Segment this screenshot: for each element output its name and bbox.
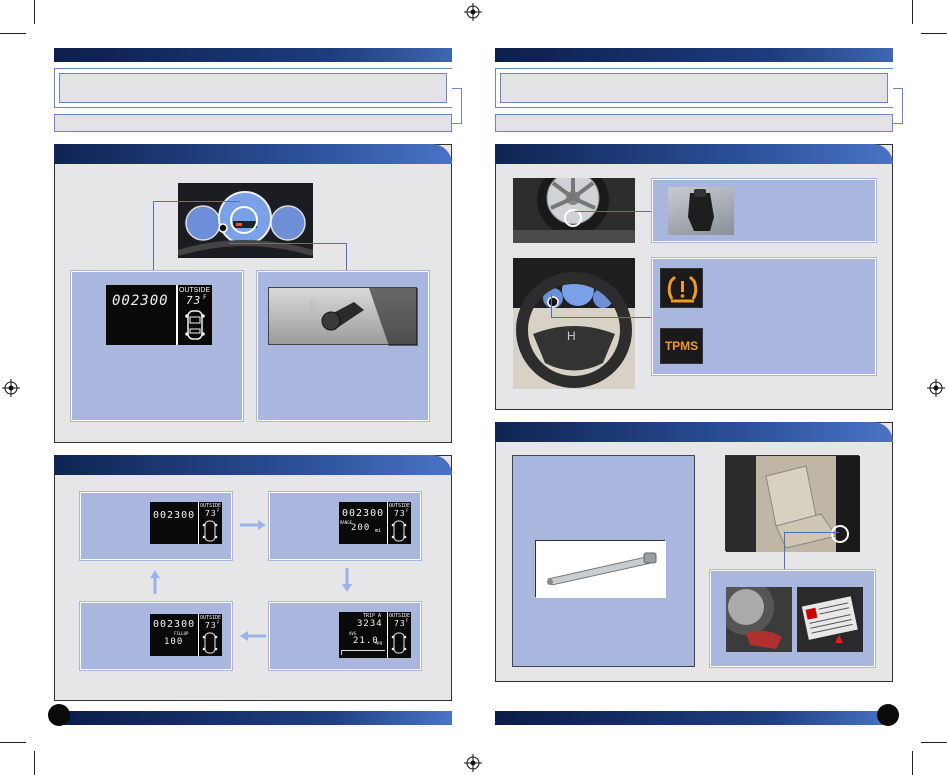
svg-text:8: 8 bbox=[309, 297, 317, 313]
fillup-value: 100 bbox=[164, 637, 184, 647]
outside-temp: 73 bbox=[186, 294, 202, 307]
car-top-view-icon bbox=[202, 520, 218, 542]
mpg-unit: mpg bbox=[375, 640, 383, 645]
left-section-tab-2 bbox=[54, 455, 452, 475]
right-title-bracket bbox=[495, 68, 893, 108]
multi-display-screen: 002300 OUTSIDE 73 F bbox=[106, 285, 212, 345]
mpg-bar-graph bbox=[341, 650, 385, 655]
arrow-up-icon bbox=[150, 570, 160, 594]
left-header-bar bbox=[54, 48, 452, 62]
mode-display-screen: 002300 FILLUP 100 OUTSIDE 73 F bbox=[150, 614, 222, 656]
odometer-reading: 002300 bbox=[153, 510, 196, 521]
crop-mark bbox=[34, 751, 35, 775]
crop-mark bbox=[912, 751, 913, 775]
range-unit: mi bbox=[375, 528, 382, 534]
odometer-reading: 002300 bbox=[112, 293, 169, 309]
steering-wheel-photo: H bbox=[513, 258, 635, 389]
tire-gauge-photo bbox=[535, 540, 666, 598]
svg-text:H: H bbox=[567, 329, 576, 343]
crop-mark bbox=[921, 742, 947, 743]
range-value: 200 bbox=[351, 523, 371, 533]
left-page-number-circle bbox=[48, 704, 70, 726]
display-divider bbox=[387, 612, 388, 658]
right-section-tab bbox=[495, 144, 893, 164]
registration-mark-icon bbox=[464, 754, 482, 772]
crop-mark bbox=[0, 742, 26, 743]
car-top-view-icon bbox=[391, 632, 407, 654]
callout-line bbox=[551, 294, 661, 318]
tpms-warning-icon: TPMS bbox=[660, 328, 703, 364]
tire-info-label-photo bbox=[797, 587, 863, 652]
tpms-label: TPMS bbox=[664, 339, 699, 353]
crop-mark bbox=[921, 33, 947, 34]
registration-mark-icon bbox=[927, 379, 945, 397]
callout-line bbox=[153, 201, 240, 271]
outside-temp: 73 bbox=[205, 621, 217, 630]
mode-display-screen: 002300 OUTSIDE 73 F bbox=[150, 502, 222, 544]
temp-unit: F bbox=[406, 618, 409, 623]
car-top-view-icon bbox=[202, 632, 218, 654]
odometer-reading: 002300 bbox=[342, 508, 385, 519]
trip-value: 3234 bbox=[357, 619, 383, 629]
car-top-view-icon bbox=[185, 310, 205, 340]
valve-stem-photo bbox=[668, 187, 734, 235]
mode-display-screen: 002300 RANGE 200 mi OUTSIDE 73 F bbox=[339, 502, 411, 544]
left-footer-bar bbox=[54, 711, 452, 725]
right-subtitle-bar bbox=[495, 114, 893, 132]
right-section-tab-2 bbox=[495, 422, 893, 442]
crop-mark bbox=[912, 0, 913, 24]
outside-label: OUTSIDE bbox=[179, 287, 211, 294]
arrow-left-icon bbox=[240, 631, 266, 641]
left-section-tab bbox=[54, 144, 452, 164]
outside-temp: 73 bbox=[205, 509, 217, 518]
temp-unit: F bbox=[217, 620, 220, 625]
display-divider bbox=[198, 502, 199, 544]
outside-temp: 73 bbox=[394, 509, 406, 518]
crop-mark bbox=[34, 0, 35, 24]
select-knob-photo: 8 bbox=[268, 287, 418, 346]
tire-check-photo bbox=[718, 579, 792, 652]
display-divider bbox=[176, 285, 178, 345]
callout-line bbox=[229, 243, 347, 271]
low-tire-pressure-icon bbox=[660, 268, 703, 308]
outside-temp: 73 bbox=[394, 619, 406, 628]
right-header-bar bbox=[495, 48, 893, 62]
crop-mark bbox=[0, 33, 26, 34]
right-connector-bracket bbox=[893, 88, 903, 124]
temp-unit: F bbox=[203, 294, 207, 301]
mode-display-screen: TRIP A 3234 AVG 21.0 mpg OUTSIDE 73 F bbox=[339, 612, 411, 658]
temp-unit: F bbox=[406, 508, 409, 513]
right-footer-bar bbox=[495, 711, 893, 725]
left-connector-bracket bbox=[452, 88, 462, 124]
display-divider bbox=[387, 502, 388, 544]
fillup-label: FILLUP bbox=[174, 631, 189, 636]
temp-unit: F bbox=[217, 508, 220, 513]
callout-line bbox=[784, 532, 839, 570]
registration-mark-icon bbox=[464, 3, 482, 21]
odometer-reading: 002300 bbox=[153, 619, 196, 630]
car-top-view-icon bbox=[391, 520, 407, 542]
left-title-bracket bbox=[54, 68, 452, 108]
arrow-down-icon bbox=[342, 568, 352, 592]
display-divider bbox=[198, 614, 199, 656]
right-page-number-circle bbox=[877, 704, 899, 726]
registration-mark-icon bbox=[2, 379, 20, 397]
left-subtitle-bar bbox=[54, 114, 452, 132]
arrow-right-icon bbox=[240, 520, 266, 530]
